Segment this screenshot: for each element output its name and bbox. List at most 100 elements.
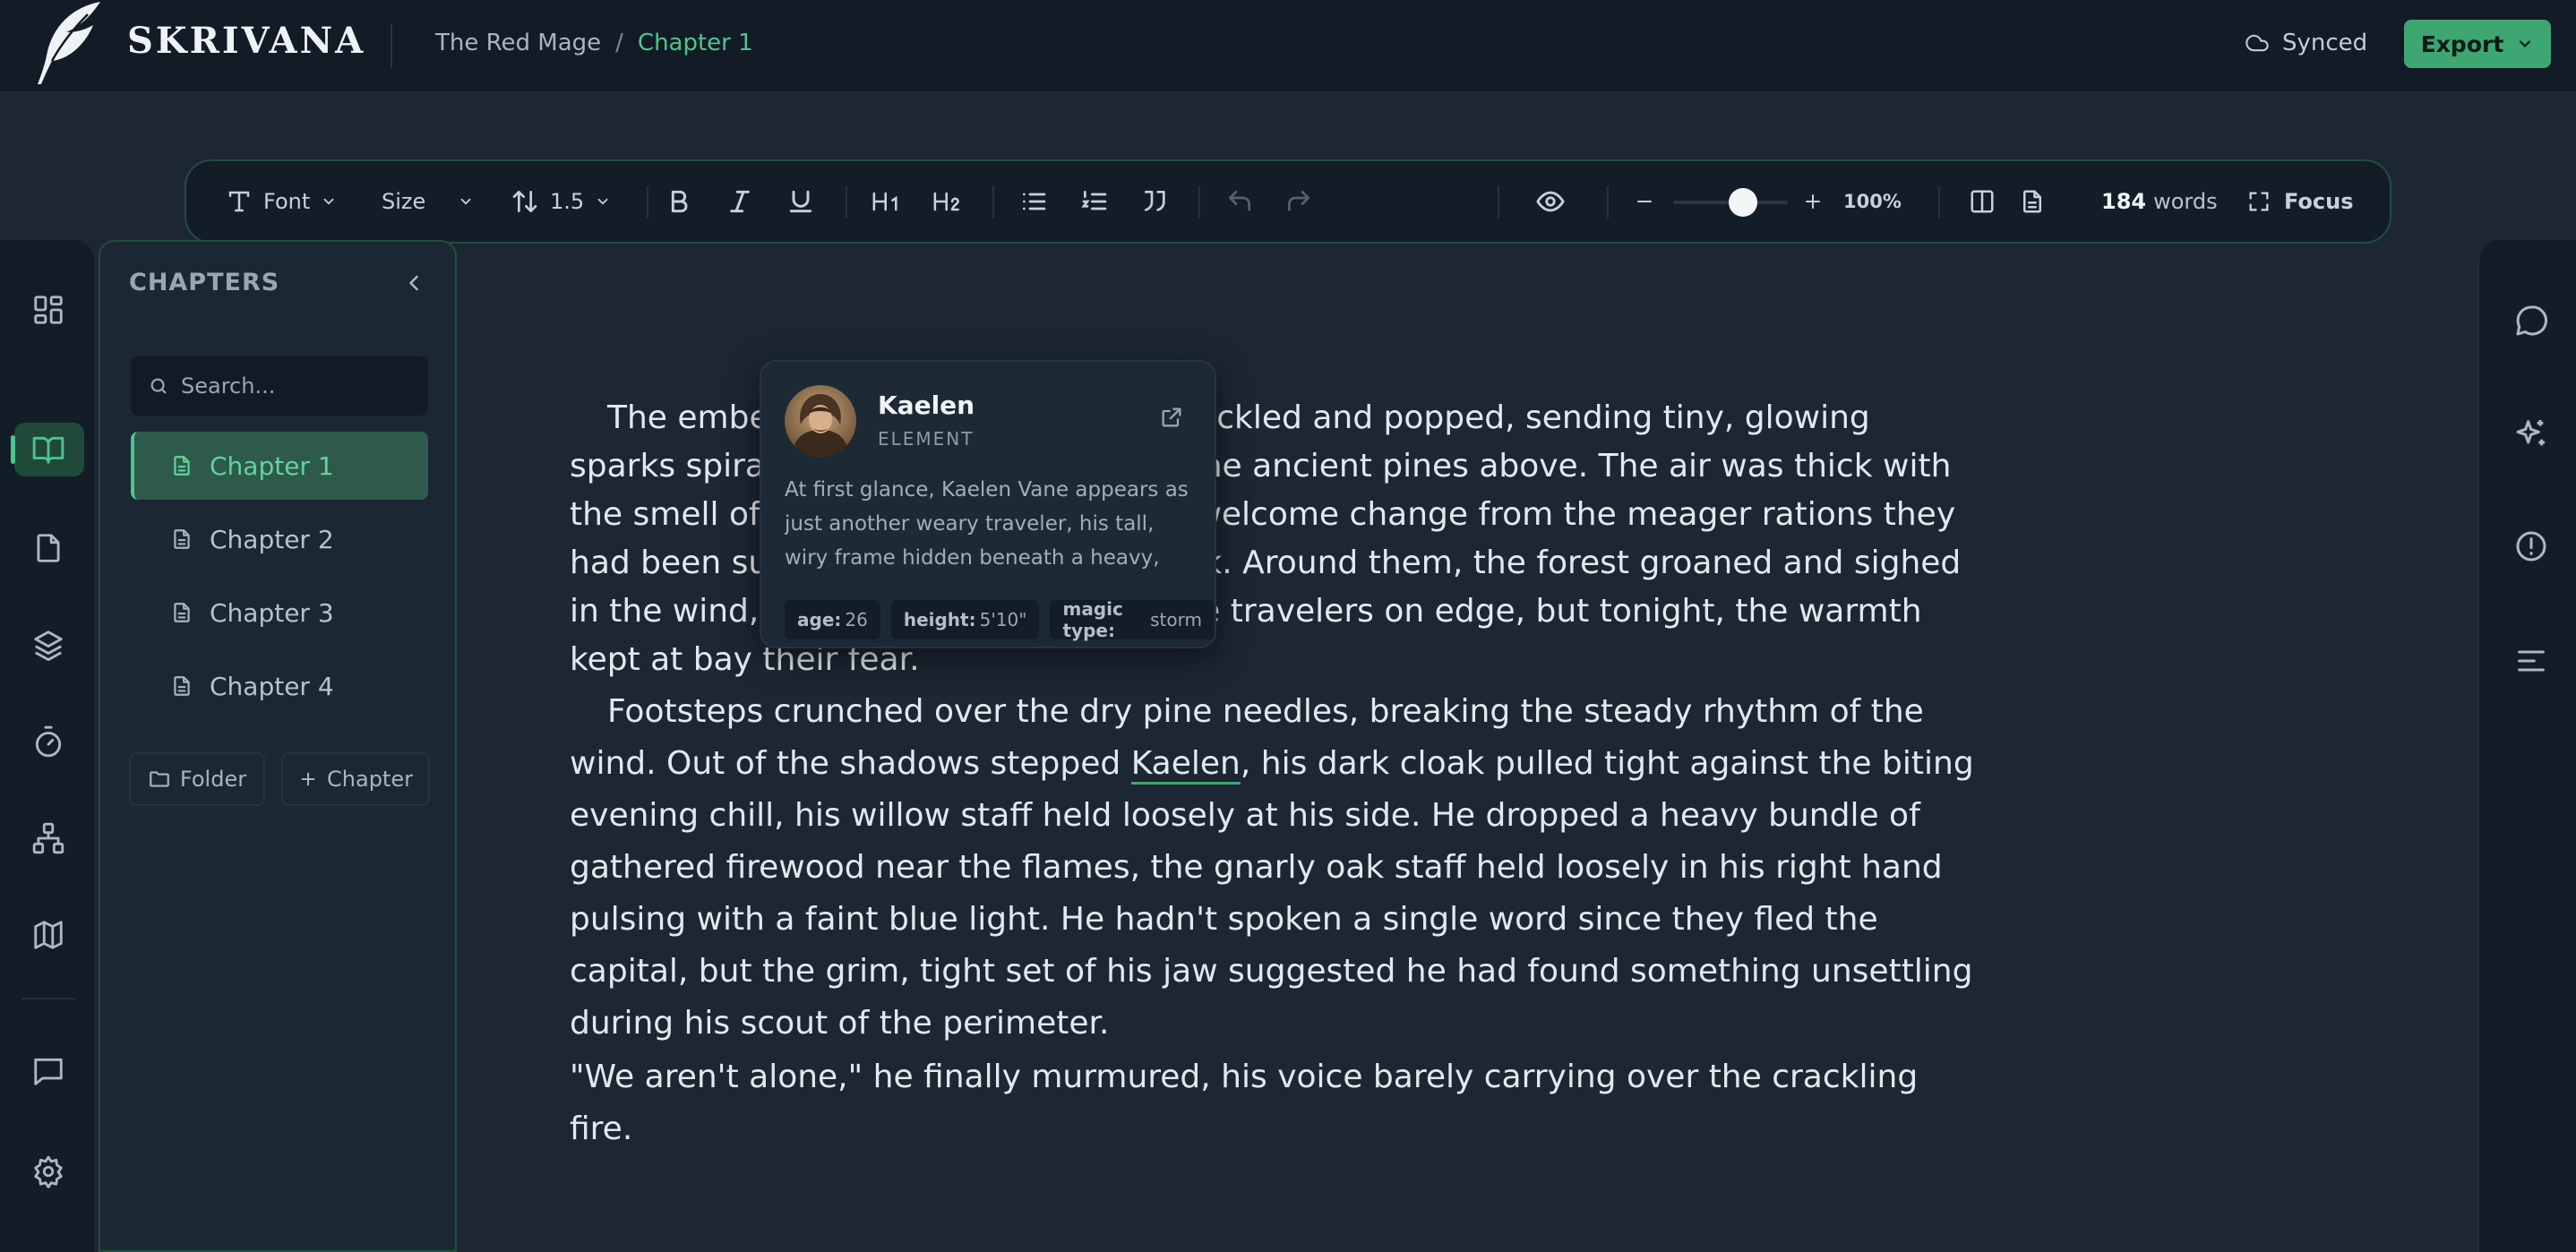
external-link-icon[interactable]	[1159, 405, 1184, 430]
cloud-icon	[2245, 30, 2270, 56]
chapters-panel: CHAPTERS Search... Chapter 1 Chapter 2 C…	[99, 240, 457, 1252]
chapter-search-input[interactable]: Search...	[131, 356, 428, 416]
chapter-item-label: Chapter 1	[210, 450, 334, 481]
size-select[interactable]: Size	[382, 161, 474, 242]
heading2-button[interactable]	[932, 161, 964, 242]
document-icon	[2019, 188, 2046, 215]
font-select[interactable]: Font	[226, 161, 337, 242]
element-hover-card: Kaelen ELEMENT At first glance, Kaelen V…	[760, 360, 1216, 648]
search-icon	[149, 376, 168, 396]
toolbar-separator	[647, 186, 648, 219]
hierarchy-icon[interactable]	[29, 819, 68, 858]
book-open-icon[interactable]	[29, 430, 68, 469]
undo-icon	[1225, 187, 1254, 216]
line-height-select[interactable]: 1.5	[511, 161, 611, 242]
add-folder-button[interactable]: Folder	[129, 752, 265, 806]
paragraph-text: , his dark cloak pulled tight against th…	[570, 745, 1974, 1042]
add-chapter-label: Chapter	[327, 767, 413, 792]
undo-button[interactable]	[1225, 161, 1254, 242]
attribute-value: storm	[1150, 609, 1202, 630]
minus-icon	[1634, 191, 1655, 212]
comment-icon[interactable]	[2512, 301, 2551, 340]
avatar	[785, 385, 856, 457]
zoom-level: 100%	[1843, 191, 1902, 212]
toolbar-separator	[1607, 186, 1609, 219]
chapter-item-label: Chapter 3	[210, 597, 334, 628]
chapter-item[interactable]: Chapter 4	[131, 652, 428, 720]
numbered-list-icon	[1080, 187, 1109, 216]
paragraph: Footsteps crunched over the dry pine nee…	[570, 686, 1985, 1050]
chapter-item[interactable]: Chapter 1	[131, 432, 428, 500]
preview-button[interactable]	[1535, 161, 1566, 242]
settings-icon[interactable]	[29, 1152, 68, 1191]
bold-button[interactable]	[665, 161, 693, 242]
redo-button[interactable]	[1284, 161, 1313, 242]
chapter-item[interactable]: Chapter 3	[131, 579, 428, 647]
columns-icon	[1969, 188, 1996, 215]
word-count-label: words	[2153, 189, 2218, 214]
search-placeholder: Search...	[181, 373, 276, 399]
word-count-value: 184	[2101, 189, 2147, 214]
alert-circle-icon[interactable]	[2512, 527, 2551, 566]
document-icon	[170, 527, 193, 551]
element-mention[interactable]: Kaelen	[1130, 745, 1241, 785]
split-view-button[interactable]	[1969, 161, 1996, 242]
element-attributes: age: 26 height: 5'10" magic type: storm	[785, 598, 1215, 641]
export-button[interactable]: Export	[2404, 20, 2551, 68]
sparkles-icon[interactable]	[2512, 414, 2551, 453]
attribute-tag: magic type: storm	[1050, 598, 1215, 641]
chevron-down-icon	[595, 193, 611, 210]
heading2-icon	[932, 187, 964, 216]
bullet-list-button[interactable]	[1019, 161, 1048, 242]
page-view-button[interactable]	[2019, 161, 2046, 242]
zoom-in-button[interactable]	[1802, 161, 1824, 242]
plus-icon	[298, 769, 318, 789]
dashboard-icon[interactable]	[29, 290, 68, 330]
align-left-icon[interactable]	[2512, 641, 2551, 681]
underline-icon	[786, 187, 815, 216]
timer-icon[interactable]	[29, 722, 68, 761]
attribute-tag: age: 26	[785, 600, 880, 639]
formatting-toolbar: Font Size 1.5 100% 184 words Focus	[185, 159, 2391, 244]
sync-label: Synced	[2282, 30, 2368, 56]
breadcrumb: The Red Mage / Chapter 1	[435, 30, 753, 56]
heading1-button[interactable]	[871, 161, 903, 242]
zoom-slider-knob[interactable]	[1729, 188, 1757, 217]
left-nav-rail	[0, 240, 97, 1252]
chevron-left-icon[interactable]	[401, 270, 426, 296]
attribute-key: height:	[903, 609, 976, 630]
quote-icon	[1141, 187, 1170, 216]
chapter-item-label: Chapter 2	[210, 524, 334, 554]
numbered-list-button[interactable]	[1080, 161, 1109, 242]
underline-button[interactable]	[786, 161, 815, 242]
breadcrumb-current[interactable]: Chapter 1	[638, 30, 753, 56]
attribute-tag: height: 5'10"	[890, 600, 1040, 639]
chat-icon[interactable]	[29, 1051, 68, 1091]
type-icon	[226, 188, 253, 215]
document-icon	[170, 674, 193, 698]
document-icon	[170, 454, 193, 477]
quote-button[interactable]	[1141, 161, 1170, 242]
attribute-key: magic type:	[1062, 598, 1123, 641]
add-chapter-button[interactable]: Chapter	[281, 752, 430, 806]
paragraph: "We aren't alone," he finally murmured, …	[570, 1051, 1985, 1155]
file-icon[interactable]	[29, 528, 68, 568]
chapter-item[interactable]: Chapter 2	[131, 505, 428, 573]
layers-icon[interactable]	[29, 625, 68, 665]
map-icon[interactable]	[29, 915, 68, 955]
breadcrumb-project[interactable]: The Red Mage	[435, 30, 601, 56]
zoom-out-button[interactable]	[1634, 161, 1655, 242]
breadcrumb-separator: /	[615, 30, 623, 56]
document-icon	[170, 601, 193, 624]
heading1-icon	[871, 187, 903, 216]
chevron-down-icon	[2516, 35, 2534, 53]
redo-icon	[1284, 187, 1313, 216]
eye-icon	[1535, 186, 1566, 217]
element-type: ELEMENT	[878, 428, 975, 450]
active-indicator	[11, 435, 15, 464]
word-count: 184 words	[2101, 161, 2218, 242]
focus-button[interactable]: Focus	[2246, 161, 2354, 242]
toolbar-separator	[1198, 186, 1200, 219]
italic-button[interactable]	[726, 161, 754, 242]
chevron-down-icon	[458, 193, 474, 210]
